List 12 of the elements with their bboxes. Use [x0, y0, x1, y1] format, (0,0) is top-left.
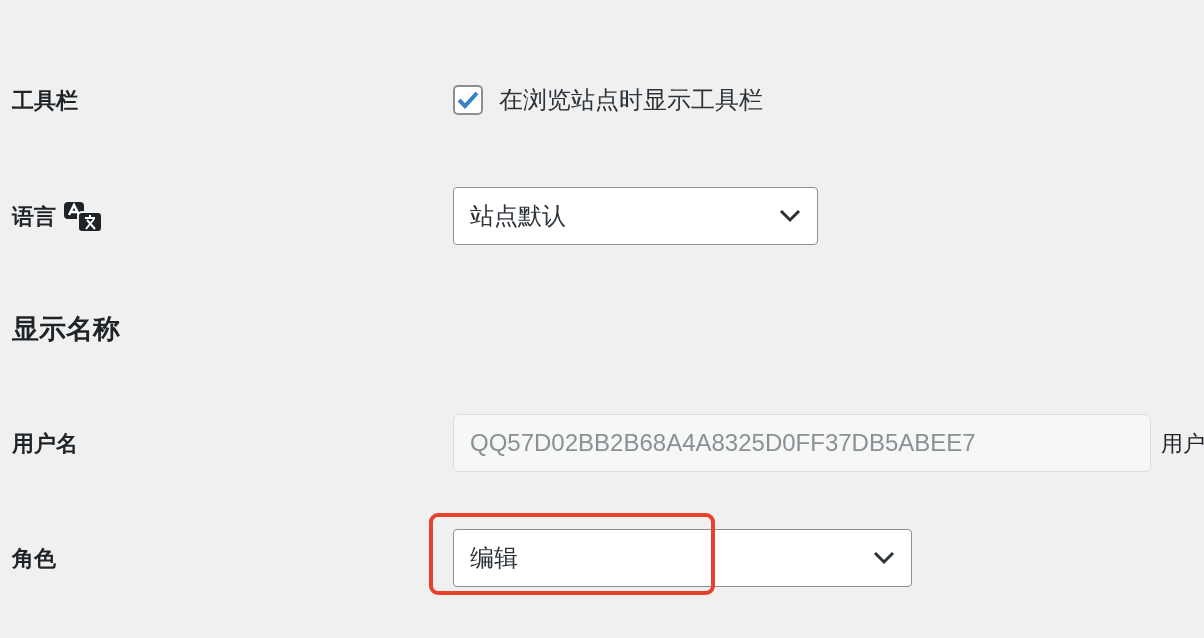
dropdown[interactable]: 站点默认 [453, 187, 818, 245]
field-label: 语言 [12, 202, 56, 231]
section-heading: 显示名称 [12, 311, 120, 346]
field-note: 用户 [1161, 429, 1204, 458]
checkbox[interactable] [453, 85, 483, 115]
chevron-down-icon [873, 551, 895, 565]
dropdown[interactable]: 编辑 [453, 529, 912, 587]
chevron-down-icon [779, 209, 801, 223]
field-label: 工具栏 [12, 86, 78, 115]
field-label: 用户名 [12, 429, 78, 458]
field-label: 角色 [12, 544, 56, 573]
checkbox-label: 在浏览站点时显示工具栏 [499, 85, 763, 116]
